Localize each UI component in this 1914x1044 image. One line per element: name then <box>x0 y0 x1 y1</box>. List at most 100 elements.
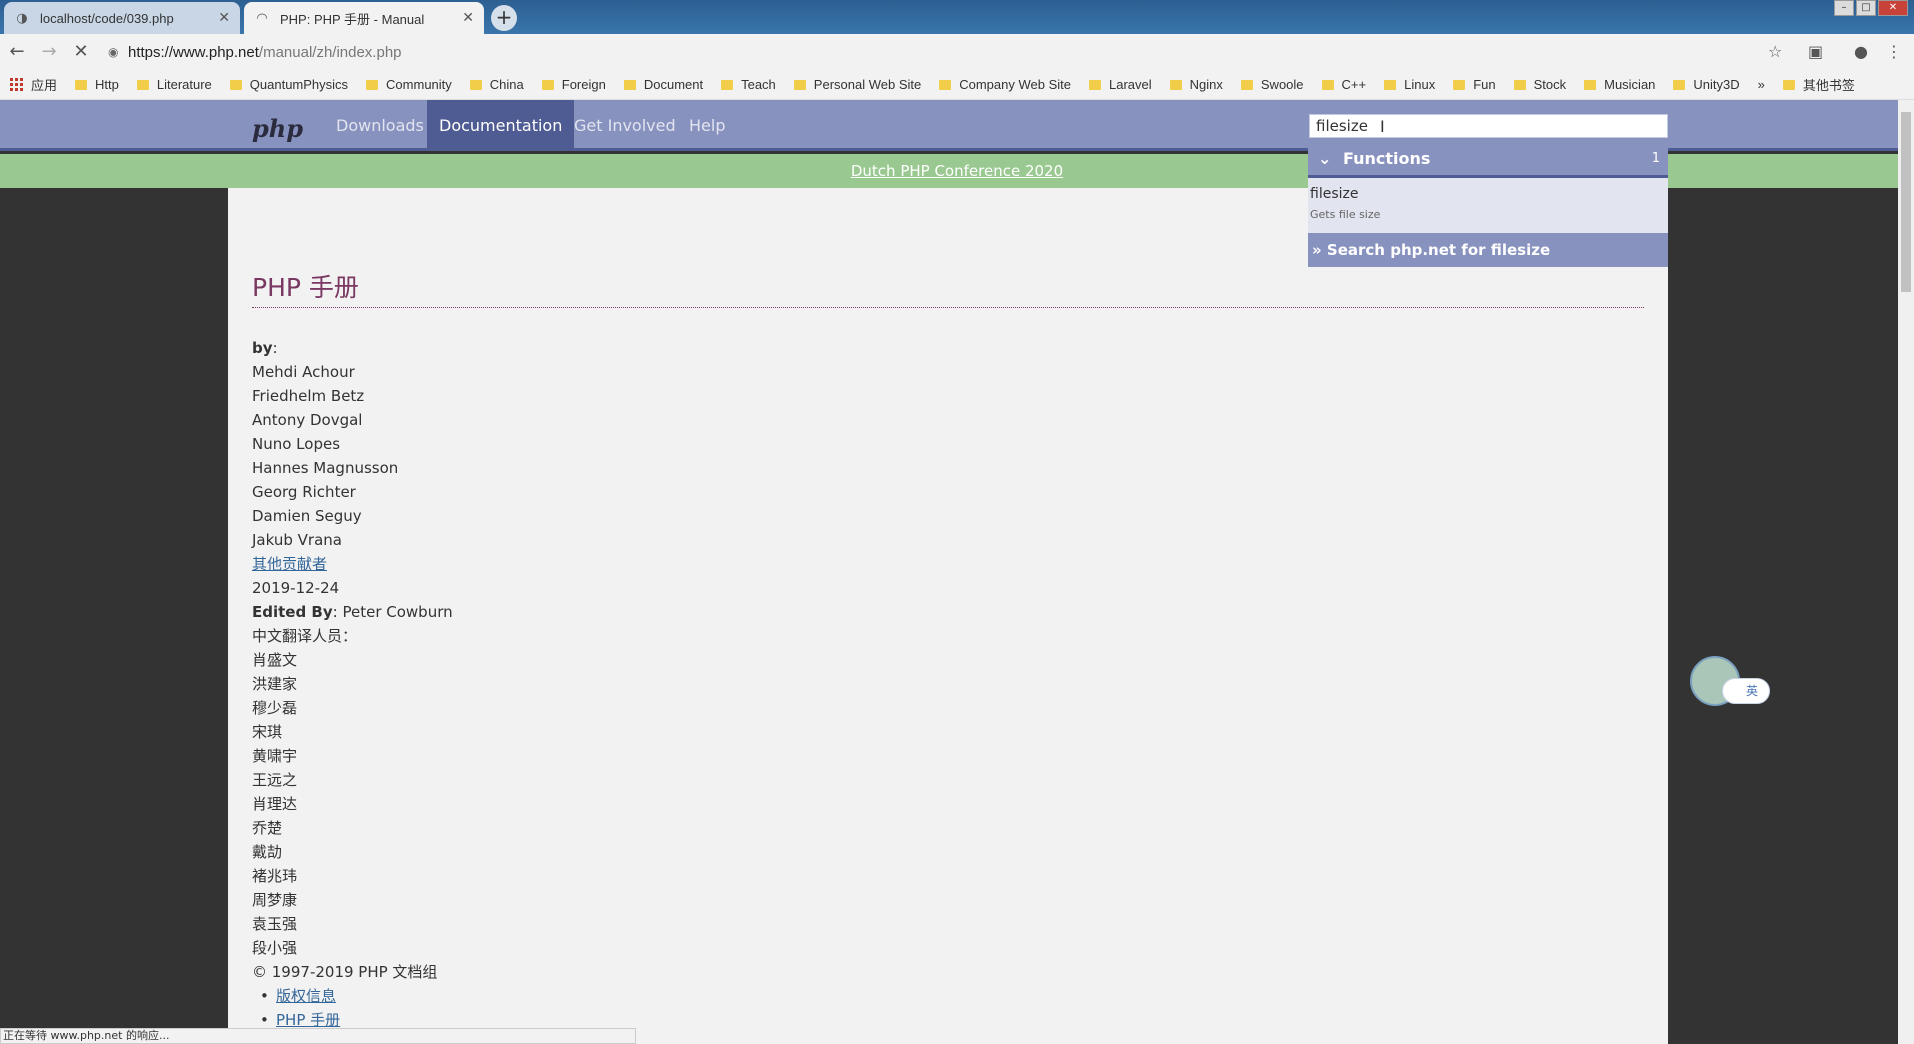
scrollbar-thumb[interactable] <box>1901 112 1911 292</box>
bookmark-folder[interactable]: Unity3D <box>1673 77 1740 92</box>
translator: 戴劼 <box>252 843 283 861</box>
title-divider <box>252 307 1644 308</box>
translator: 乔楚 <box>252 819 283 837</box>
bookmark-label: Nginx <box>1189 77 1223 92</box>
folder-icon <box>1089 79 1101 90</box>
publish-date: 2019-12-24 <box>252 579 340 597</box>
bookmark-folder[interactable]: Stock <box>1513 77 1566 92</box>
translator: 洪建家 <box>252 675 298 693</box>
bookmark-folder[interactable]: Teach <box>721 77 776 92</box>
bookmark-label: Document <box>643 77 704 92</box>
folder-icon <box>541 79 554 90</box>
bookmark-folder[interactable]: Community <box>366 77 452 92</box>
bookmark-folder[interactable]: Literature <box>136 77 212 92</box>
bookmark-folder[interactable]: China <box>469 77 524 92</box>
bookmark-folder[interactable]: Nginx <box>1169 77 1223 92</box>
php-manual-link[interactable]: PHP 手册 <box>276 1011 340 1029</box>
autocomplete-group-header[interactable]: ⌄ Functions 1 <box>1308 140 1668 178</box>
url-host: https://www.php.net <box>128 43 259 61</box>
author: Georg Richter <box>252 483 356 501</box>
nav-documentation[interactable]: Documentation <box>427 100 575 151</box>
folder-icon <box>229 79 242 90</box>
result-count: 1 <box>1651 151 1660 166</box>
folder-icon <box>1513 79 1526 90</box>
bookmark-folder[interactable]: Swoole <box>1240 77 1304 92</box>
folder-icon <box>1169 79 1182 90</box>
bookmark-folder[interactable]: Linux <box>1384 77 1435 92</box>
author: Antony Dovgal <box>252 411 363 429</box>
result-description: Gets file size <box>1310 208 1381 221</box>
new-tab-button[interactable]: + <box>491 5 517 31</box>
nav-downloads[interactable]: Downloads <box>324 100 436 151</box>
tab-title: PHP: PHP 手册 - Manual <box>280 11 425 27</box>
bookmark-label: Swoole <box>1260 77 1304 92</box>
bookmark-folder[interactable]: QuantumPhysics <box>229 77 348 92</box>
author: Nuno Lopes <box>252 435 341 453</box>
tab-strip: ◑ localhost/code/039.php ✕ ◠ PHP: PHP 手册… <box>0 0 1914 34</box>
translators-label: 中文翻译人员： <box>252 627 358 645</box>
conference-link[interactable]: Dutch PHP Conference 2020 <box>851 162 1063 180</box>
translator: 肖盛文 <box>252 651 298 669</box>
tab-php-manual[interactable]: ◠ PHP: PHP 手册 - Manual ✕ <box>244 2 484 34</box>
window-close-icon[interactable]: ✕ <box>1878 0 1908 16</box>
folder-icon <box>1584 79 1597 90</box>
stop-loading-icon[interactable]: ✕ <box>70 41 92 62</box>
main-content: PHP 手册 by: Mehdi Achour Friedhelm Betz A… <box>228 188 1668 1044</box>
folder-icon <box>721 79 734 90</box>
bookmark-folder[interactable]: Personal Web Site <box>793 77 922 92</box>
bookmark-label: Personal Web Site <box>813 77 922 92</box>
translator: 肖理达 <box>252 795 298 813</box>
close-tab-icon[interactable]: ✕ <box>218 10 230 26</box>
apps-shortcut[interactable]: 应用 <box>10 75 57 94</box>
autocomplete-result[interactable]: filesize Gets file size <box>1308 178 1668 233</box>
bookmark-folder[interactable]: C++ <box>1321 77 1366 92</box>
editor-name: Peter Cowburn <box>342 603 453 621</box>
bookmark-folder[interactable]: Http <box>75 77 119 92</box>
address-bar[interactable]: ◉ https://www.php.net/manual/zh/index.ph… <box>108 39 1768 65</box>
bookmark-folder[interactable]: Musician <box>1584 77 1655 92</box>
bookmark-star-icon[interactable]: ☆ <box>1768 42 1782 61</box>
bookmark-label: Laravel <box>1109 77 1152 92</box>
apps-label: 应用 <box>31 78 58 93</box>
bookmark-folder[interactable]: Fun <box>1453 77 1496 92</box>
bookmark-folder[interactable]: Company Web Site <box>939 77 1071 92</box>
bookmark-label: Teach <box>741 77 776 92</box>
bookmark-label: Http <box>95 77 119 92</box>
bookmark-folder[interactable]: Laravel <box>1089 77 1152 92</box>
tab-localhost[interactable]: ◑ localhost/code/039.php ✕ <box>4 2 240 34</box>
window-controls: – □ ✕ <box>1832 0 1908 16</box>
other-contributors-link[interactable]: 其他贡献者 <box>252 555 327 573</box>
language-toggle[interactable]: 英 <box>1722 678 1770 704</box>
text-cursor-icon: I <box>1380 117 1385 136</box>
globe-icon: ◑ <box>16 10 28 26</box>
bookmarks-overflow-button[interactable]: » <box>1758 77 1765 92</box>
extension-icon[interactable]: ▣ <box>1808 42 1823 61</box>
by-label: by <box>252 339 273 357</box>
bookmark-label: Musician <box>1604 77 1656 92</box>
back-icon[interactable]: ← <box>6 41 28 62</box>
maximize-icon[interactable]: □ <box>1856 0 1876 16</box>
search-all-link[interactable]: » Search php.net for filesize <box>1308 233 1668 267</box>
php-logo[interactable]: php <box>252 114 303 143</box>
folder-icon <box>1321 79 1334 90</box>
bookmark-label: Company Web Site <box>959 77 1071 92</box>
minimize-icon[interactable]: – <box>1834 0 1854 16</box>
menu-kebab-icon[interactable]: ⋮ <box>1886 42 1902 61</box>
nav-help[interactable]: Help <box>677 100 737 151</box>
page-scrollbar[interactable] <box>1898 100 1914 1044</box>
close-tab-icon[interactable]: ✕ <box>462 10 474 26</box>
bookmark-label: Linux <box>1404 77 1436 92</box>
search-input[interactable]: filesize <box>1309 114 1668 138</box>
browser-toolbar: ← → ✕ ◉ https://www.php.net/manual/zh/in… <box>0 34 1914 70</box>
author: Damien Seguy <box>252 507 362 525</box>
copyright-info-link[interactable]: 版权信息 <box>276 987 336 1005</box>
other-bookmarks-folder[interactable]: 其他书签 <box>1782 75 1855 94</box>
forward-icon[interactable]: → <box>38 41 60 62</box>
bookmark-folder[interactable]: Foreign <box>541 77 606 92</box>
folder-icon <box>939 79 952 90</box>
folder-icon <box>623 79 636 90</box>
folder-icon <box>1240 79 1253 90</box>
bookmark-folder[interactable]: Document <box>623 77 704 92</box>
profile-avatar-icon[interactable]: ● <box>1854 42 1868 61</box>
nav-get-involved[interactable]: Get Involved <box>562 100 688 151</box>
